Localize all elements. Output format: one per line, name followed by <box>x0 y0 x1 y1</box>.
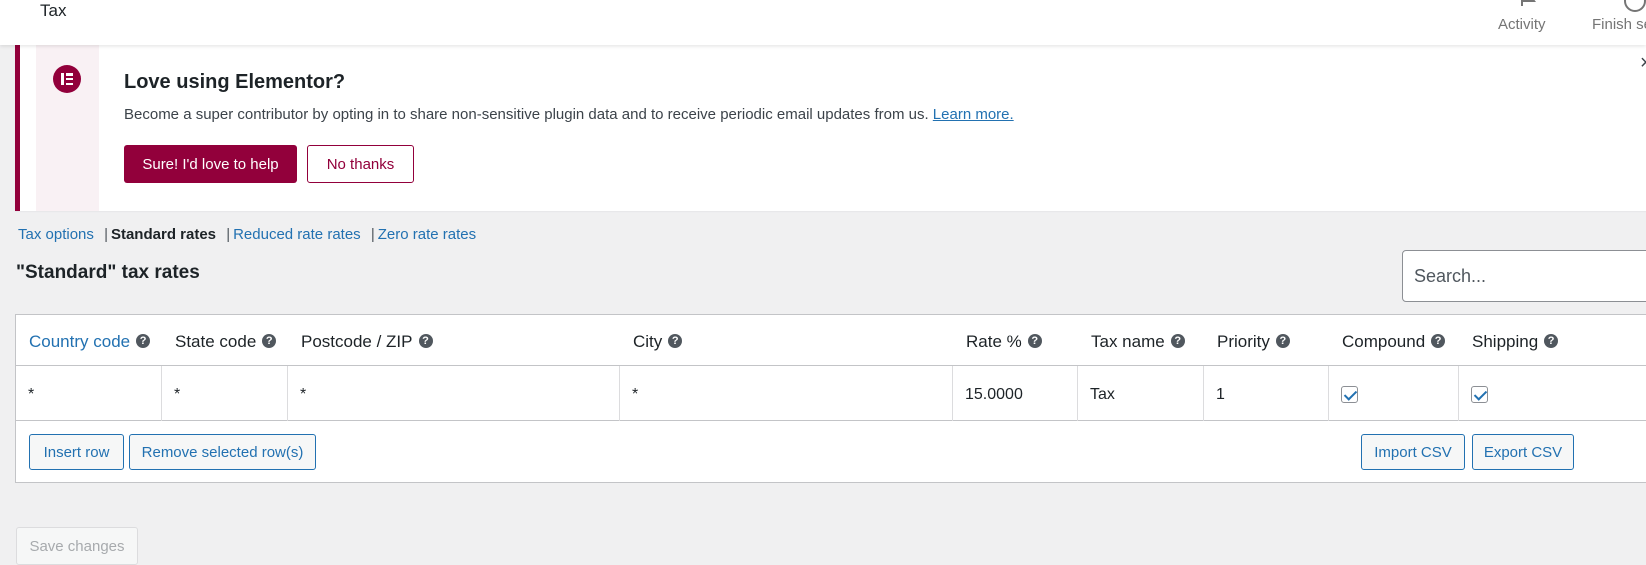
cell-postcode[interactable]: * <box>288 366 620 421</box>
col-compound: Compound? <box>1342 332 1446 352</box>
top-header: Tax Activity Finish se <box>0 0 1646 45</box>
help-icon[interactable]: ? <box>1275 334 1290 349</box>
finish-setup-button[interactable]: Finish se <box>1592 0 1646 45</box>
table-row[interactable]: * * * * 15.0000 Tax 1 <box>16 366 1646 421</box>
help-icon[interactable]: ? <box>1431 334 1446 349</box>
close-icon[interactable]: × <box>1640 52 1646 75</box>
table-header: Country code? State code? Postcode / ZIP… <box>16 315 1646 366</box>
col-rate: Rate %? <box>966 332 1042 352</box>
elementor-notice: Love using Elementor? Become a super con… <box>15 45 1646 211</box>
help-icon[interactable]: ? <box>1170 334 1185 349</box>
compound-checkbox[interactable] <box>1341 386 1358 403</box>
help-icon[interactable]: ? <box>136 334 151 349</box>
help-icon[interactable]: ? <box>1027 334 1042 349</box>
subnav-zero-rate-rates[interactable]: Zero rate rates <box>378 226 476 243</box>
col-tax-name: Tax name? <box>1091 332 1185 352</box>
export-csv-button[interactable]: Export CSV <box>1472 434 1574 470</box>
progress-circle-icon <box>1624 0 1646 12</box>
shipping-checkbox[interactable] <box>1471 386 1488 403</box>
help-icon[interactable]: ? <box>1544 334 1559 349</box>
cell-priority[interactable]: 1 <box>1204 366 1329 421</box>
subnav-reduced-rate-rates[interactable]: Reduced rate rates <box>233 226 361 243</box>
notice-title: Love using Elementor? <box>124 71 346 93</box>
section-heading: "Standard" tax rates <box>16 262 200 283</box>
elementor-logo-icon <box>53 65 81 93</box>
notice-text: Become a super contributor by opting in … <box>124 106 1014 123</box>
cell-state[interactable]: * <box>162 366 288 421</box>
cell-shipping <box>1459 366 1646 421</box>
cell-compound <box>1329 366 1459 421</box>
page-title: Tax <box>40 1 67 20</box>
cell-tax-name[interactable]: Tax <box>1078 366 1204 421</box>
save-changes-button[interactable]: Save changes <box>16 527 138 565</box>
subnav-standard-rates[interactable]: Standard rates <box>111 226 216 243</box>
no-thanks-button[interactable]: No thanks <box>307 145 414 183</box>
finish-setup-label: Finish se <box>1592 16 1646 33</box>
activity-button[interactable]: Activity <box>1498 0 1558 45</box>
help-icon[interactable]: ? <box>418 334 433 349</box>
col-shipping: Shipping? <box>1472 332 1559 352</box>
col-country-code[interactable]: Country code? <box>29 332 151 352</box>
activity-label: Activity <box>1498 16 1546 33</box>
import-csv-button[interactable]: Import CSV <box>1361 434 1465 470</box>
insert-row-button[interactable]: Insert row <box>29 434 124 470</box>
notice-icon-column <box>36 45 99 211</box>
col-priority: Priority? <box>1217 332 1290 352</box>
learn-more-link[interactable]: Learn more. <box>933 106 1014 123</box>
remove-rows-button[interactable]: Remove selected row(s) <box>129 434 316 470</box>
flag-icon <box>1521 0 1536 6</box>
cell-city[interactable]: * <box>620 366 953 421</box>
help-icon[interactable]: ? <box>262 334 277 349</box>
col-city: City? <box>633 332 683 352</box>
help-icon[interactable]: ? <box>668 334 683 349</box>
opt-in-button[interactable]: Sure! I'd love to help <box>124 145 297 183</box>
subnav-tax-options[interactable]: Tax options <box>18 226 94 243</box>
col-postcode: Postcode / ZIP? <box>301 332 433 352</box>
cell-rate[interactable]: 15.0000 <box>953 366 1078 421</box>
tax-rates-table: Country code? State code? Postcode / ZIP… <box>15 314 1646 483</box>
tax-subnav: Tax options | Standard rates | Reduced rat… <box>18 226 477 243</box>
col-state-code: State code? <box>175 332 277 352</box>
search-input[interactable] <box>1402 250 1646 302</box>
cell-country[interactable]: * <box>16 366 162 421</box>
